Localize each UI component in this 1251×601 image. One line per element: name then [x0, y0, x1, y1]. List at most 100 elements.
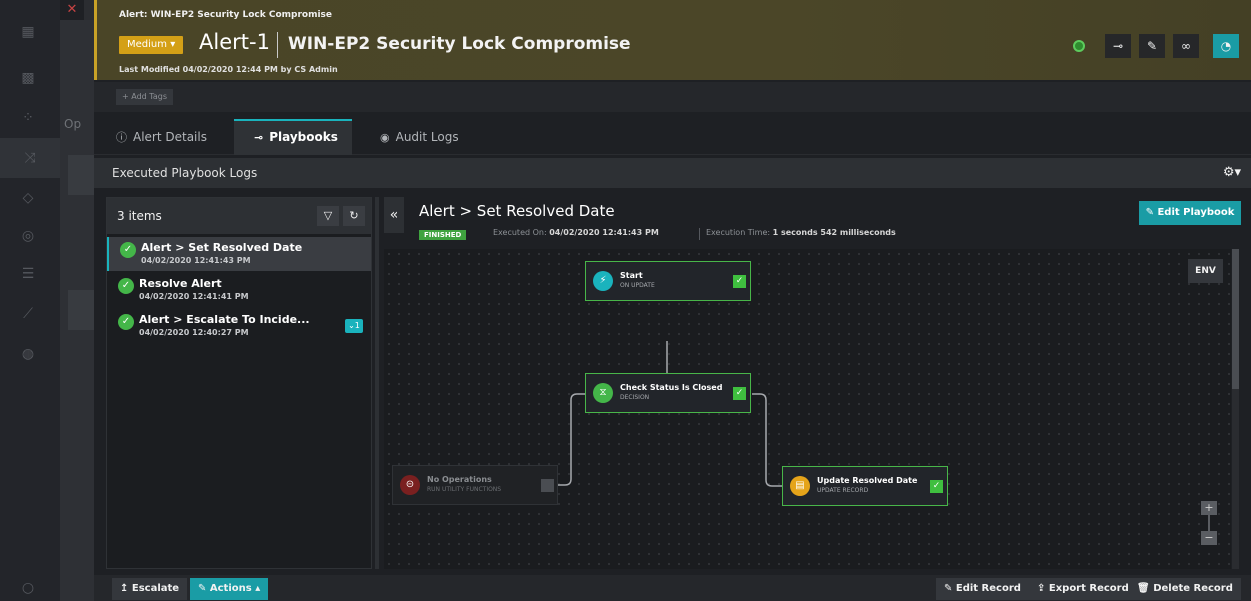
edit-record-label: Edit Record	[955, 583, 1021, 594]
chat-icon: ◔	[1220, 39, 1232, 53]
node-update-record[interactable]: ▤ Update Resolved Date UPDATE RECORD ✓	[782, 466, 948, 506]
collapse-button[interactable]: «	[384, 197, 404, 233]
check-icon: ✓	[733, 387, 746, 400]
edit-record-button[interactable]: ✎ Edit Record	[936, 578, 1029, 600]
log-date: 04/02/2020 12:41:41 PM	[139, 292, 249, 301]
incident-icon[interactable]: ⤨	[0, 138, 60, 178]
pencil-icon: ✎	[1145, 207, 1154, 218]
last-modified: Last Modified 04/02/2020 12:44 PM by CS …	[119, 65, 338, 74]
severity-dropdown[interactable]: Medium ▾	[119, 36, 184, 54]
workflow-icon[interactable]: ⁘	[18, 108, 38, 128]
double-chevron-left-icon: «	[389, 207, 399, 223]
env-button[interactable]: ENV	[1188, 259, 1223, 283]
divider	[277, 32, 278, 58]
filter-button[interactable]: ▽	[317, 206, 339, 226]
decision-icon: ⧖	[593, 383, 613, 403]
alert-title: WIN-EP2 Security Lock Compromise	[288, 34, 631, 54]
app-sidebar: ▦ ▩ ⁘ ⤨ ◇ ◎ ☰ ⟋ ◍ ○	[0, 0, 60, 601]
tab-alert-details[interactable]: ⓘ Alert Details	[94, 119, 229, 155]
node-no-operations[interactable]: ⊝ No Operations RUN UTILITY FUNCTIONS	[392, 465, 558, 505]
pencil-icon: ✎	[1146, 39, 1158, 53]
actions-button[interactable]: ✎ Actions ▴	[190, 578, 269, 600]
node-subtitle: RUN UTILITY FUNCTIONS	[427, 486, 502, 493]
backdrop-card	[68, 155, 94, 195]
check-icon: ✓	[118, 278, 134, 294]
node-title: Update Resolved Date	[817, 476, 918, 485]
gear-icon[interactable]: ⚙▾	[1223, 165, 1241, 180]
playbook-title: Alert > Set Resolved Date	[419, 202, 615, 220]
skipped-icon	[541, 479, 554, 492]
eye-icon: ◉	[380, 131, 390, 144]
delete-record-button[interactable]: 🗑 Delete Record	[1129, 578, 1241, 600]
connector-lines	[557, 341, 782, 487]
start-icon: ⚡	[593, 271, 613, 291]
actions-label: Actions	[209, 583, 252, 594]
add-tags-button[interactable]: + Add Tags	[116, 89, 173, 105]
tab-audit-logs[interactable]: ◉ Audit Logs	[358, 119, 481, 155]
export-record-label: Export Record	[1048, 583, 1129, 594]
log-date: 04/02/2020 12:41:43 PM	[141, 256, 251, 265]
dashboard-icon[interactable]: ▩	[18, 68, 38, 88]
tab-playbooks[interactable]: ⊸ Playbooks	[234, 119, 352, 155]
scroll-thumb[interactable]	[1232, 249, 1239, 389]
tags-bar: + Add Tags	[94, 82, 1251, 112]
playbook-canvas[interactable]: ⚡ Start ON UPDATE ✓ ⧖ Check Status Is Cl…	[384, 249, 1231, 569]
zoom-in-icon[interactable]: +	[1201, 501, 1217, 515]
log-name: Resolve Alert	[139, 277, 222, 290]
badge-count: 1	[354, 321, 360, 330]
filter-icon: ▽	[323, 209, 333, 222]
list-item[interactable]: ✓ Alert > Set Resolved Date 04/02/2020 1…	[107, 237, 371, 271]
export-record-button[interactable]: ⇪ Export Record	[1029, 578, 1137, 600]
grid-icon[interactable]: ▦	[18, 22, 38, 42]
edit-icon: ✎	[944, 583, 953, 594]
edit-button[interactable]: ✎	[1139, 34, 1165, 58]
playbook-icon: ⊸	[1112, 39, 1124, 53]
refresh-button[interactable]: ↻	[343, 206, 365, 226]
check-icon: ✓	[120, 242, 136, 258]
alert-small-title: Alert: WIN-EP2 Security Lock Compromise	[119, 10, 332, 20]
close-icon[interactable]: ✕	[60, 0, 84, 20]
chevron-down-icon: ⌄	[348, 321, 355, 330]
pencil-icon: ✎	[198, 583, 207, 594]
chart-icon[interactable]: ⟋	[18, 304, 38, 324]
bottom-action-bar: ↥ Escalate ✎ Actions ▴ ✎ Edit Record ⇪ E…	[94, 575, 1251, 601]
node-subtitle: UPDATE RECORD	[817, 487, 869, 494]
status-indicator-icon	[1073, 40, 1085, 52]
zoom-out-icon[interactable]: −	[1201, 531, 1217, 545]
node-subtitle: ON UPDATE	[620, 282, 655, 289]
comments-button[interactable]: ◔	[1213, 34, 1239, 58]
escalate-label: Escalate	[131, 583, 180, 594]
log-date: 04/02/2020 12:40:27 PM	[139, 328, 249, 337]
database-icon[interactable]: ☰	[18, 264, 38, 284]
chevron-up-icon: ▴	[255, 583, 261, 594]
header-actions: ⊸ ✎ ∞ ◔	[1073, 34, 1239, 58]
chevron-down-icon: ▾	[170, 39, 176, 50]
check-icon: ✓	[930, 480, 943, 493]
backdrop-card	[68, 290, 94, 330]
delete-record-label: Delete Record	[1153, 583, 1233, 594]
playbook-log-list: 3 items ▽ ↻ ✓ Alert > Set Resolved Date …	[106, 197, 372, 569]
compass-icon[interactable]: ◎	[18, 226, 38, 246]
edit-playbook-button[interactable]: ✎ Edit Playbook	[1139, 201, 1241, 225]
edit-playbook-label: Edit Playbook	[1157, 207, 1235, 218]
escalate-button[interactable]: ↥ Escalate	[112, 578, 188, 600]
canvas-scrollbar[interactable]	[1232, 249, 1239, 569]
logs-toolbar: Executed Playbook Logs ⚙▾	[94, 158, 1251, 188]
check-icon: ✓	[118, 314, 134, 330]
list-item[interactable]: ✓ Resolve Alert 04/02/2020 12:41:41 PM	[107, 273, 371, 307]
link-button[interactable]: ∞	[1173, 34, 1199, 58]
child-count-badge[interactable]: ⌄1	[345, 319, 363, 333]
settings-icon[interactable]: ○	[18, 578, 38, 598]
zoom-slider[interactable]	[1208, 515, 1210, 531]
check-icon: ✓	[733, 275, 746, 288]
playbook-button[interactable]: ⊸	[1105, 34, 1131, 58]
node-start[interactable]: ⚡ Start ON UPDATE ✓	[585, 261, 751, 301]
tab-label: Audit Logs	[395, 130, 459, 144]
alert-modal: Alert: WIN-EP2 Security Lock Compromise …	[94, 0, 1251, 601]
list-item[interactable]: ✓ Alert > Escalate To Incide... 04/02/20…	[107, 309, 371, 343]
shield-icon[interactable]: ◇	[18, 188, 38, 208]
link-icon: ∞	[1181, 39, 1191, 53]
panel-splitter[interactable]	[375, 197, 379, 569]
globe-icon[interactable]: ◍	[18, 344, 38, 364]
node-decision[interactable]: ⧖ Check Status Is Closed DECISION ✓	[585, 373, 751, 413]
